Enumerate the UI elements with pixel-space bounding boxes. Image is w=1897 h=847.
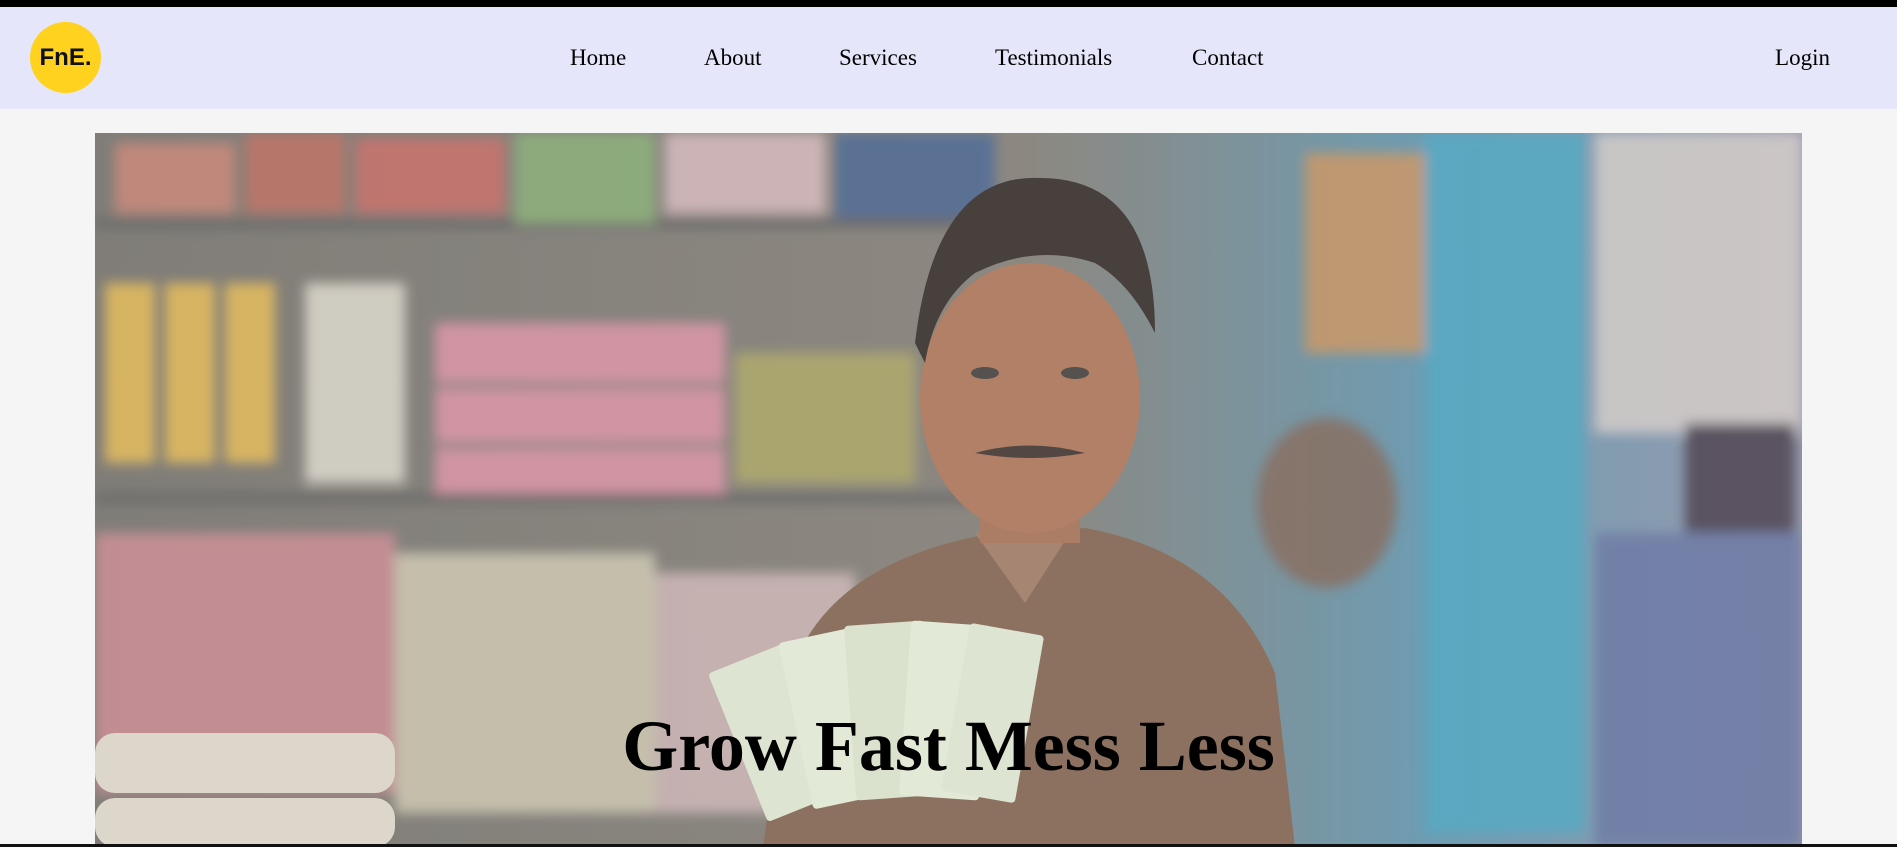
- hero-headline: Grow Fast Mess Less: [622, 706, 1275, 786]
- top-border: [0, 0, 1897, 7]
- nav-link-services[interactable]: Services: [839, 7, 917, 109]
- navbar: FnE. Home About Services Testimonials Co…: [0, 7, 1897, 109]
- hero-banner: Grow Fast Mess Less: [95, 133, 1802, 847]
- logo[interactable]: FnE.: [30, 22, 101, 93]
- nav-link-contact[interactable]: Contact: [1192, 7, 1264, 109]
- login-link[interactable]: Login: [1775, 7, 1830, 109]
- nav-link-testimonials[interactable]: Testimonials: [995, 7, 1112, 109]
- nav-link-about[interactable]: About: [704, 7, 762, 109]
- nav-link-home[interactable]: Home: [570, 7, 626, 109]
